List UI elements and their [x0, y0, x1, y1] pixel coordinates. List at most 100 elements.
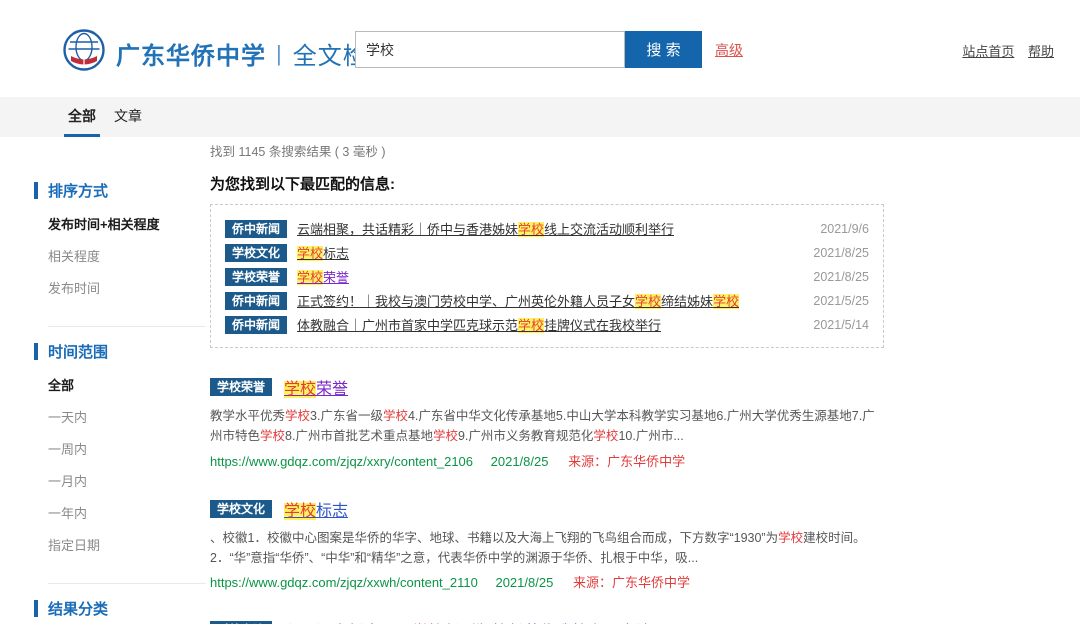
sort-item-relevance[interactable]: 相关程度	[48, 246, 206, 265]
timerange-item-day[interactable]: 一天内	[48, 407, 206, 426]
best-match-date: 2021/8/25	[801, 246, 869, 260]
sidebar: 排序方式 发布时间+相关程度 相关程度 发布时间 时间范围 全部 一天内 一周内…	[48, 180, 206, 624]
timerange-item-week[interactable]: 一周内	[48, 439, 206, 458]
main-content: 找到 1145 条搜索结果 ( 3 毫秒 ) 为您找到以下最匹配的信息: 侨中新…	[210, 141, 884, 624]
result-url[interactable]: https://www.gdqz.com/zjqz/xxwh/content_2…	[210, 575, 478, 590]
highlighted-keyword: 学校	[713, 294, 739, 309]
best-match-date: 2021/5/25	[801, 294, 869, 308]
category-badge: 学校文化	[225, 244, 287, 262]
result-source: 来源：广东华侨中学	[568, 454, 685, 469]
page: 广东华侨中学 | 全文检索 搜 索 高级 站点首页 帮助 全部 文章 排序方式 …	[0, 0, 1080, 624]
best-match-row: 侨中新闻 正式签约！｜我校与澳门劳校中学、广州英伦外籍人员子女学校缔结姊妹学校 …	[225, 290, 869, 311]
category-badge: 侨中新闻	[225, 316, 287, 334]
category-badge: 学校荣誉	[225, 268, 287, 286]
highlighted-keyword: 学校	[635, 294, 661, 309]
result-url-line: https://www.gdqz.com/zjqz/xxwh/content_2…	[210, 572, 884, 591]
highlighted-keyword: 学校	[284, 503, 316, 520]
tab-article[interactable]: 文章	[110, 97, 146, 137]
text-segment: 9.广州市义务教育规范化	[458, 429, 593, 443]
title-divider: |	[276, 41, 283, 67]
header: 广东华侨中学 | 全文检索 搜 索 高级 站点首页 帮助	[0, 0, 1080, 97]
text-segment: 8.广州市首批艺术重点基地	[285, 429, 433, 443]
best-match-link[interactable]: 体教融合｜广州市首家中学匹克球示范学校挂牌仪式在我校举行	[297, 315, 661, 334]
highlighted-keyword: 学校	[284, 381, 316, 398]
text-segment: 荣誉	[316, 381, 348, 398]
best-match-link[interactable]: 学校标志	[297, 243, 349, 262]
site-name: 广东华侨中学	[116, 36, 266, 71]
highlighted-keyword: 学校	[297, 246, 323, 261]
highlighted-keyword: 学校	[518, 318, 544, 333]
text-segment: 正式签约！｜我校与澳门劳校中学、广州英伦外籍人员子女	[297, 294, 635, 309]
text-segment: 缔结姊妹	[661, 294, 713, 309]
best-match-date: 2021/8/25	[801, 270, 869, 284]
highlighted-keyword: 学校	[297, 270, 323, 285]
result-source: 来源：广东华侨中学	[573, 575, 690, 590]
keyword-red: 学校	[383, 409, 408, 423]
result-date: 2021/8/25	[495, 575, 553, 590]
result-title-link[interactable]: 学校荣誉	[284, 375, 348, 399]
keyword-red: 学校	[433, 429, 458, 443]
text-segment: 标志	[316, 503, 348, 520]
tabbar: 全部 文章	[0, 97, 1080, 137]
result-url[interactable]: https://www.gdqz.com/zjqz/xxry/content_2…	[210, 454, 473, 469]
best-match-link[interactable]: 正式签约！｜我校与澳门劳校中学、广州英伦外籍人员子女学校缔结姊妹学校	[297, 291, 739, 310]
text-segment: 教学水平优秀	[210, 409, 285, 423]
keyword-red: 学校	[260, 429, 285, 443]
timerange-item-custom[interactable]: 指定日期	[48, 535, 206, 554]
best-match-date: 2021/5/14	[801, 318, 869, 332]
help-link[interactable]: 帮助	[1028, 44, 1054, 59]
sidebar-heading-sort: 排序方式	[48, 180, 206, 201]
keyword-red: 学校	[593, 429, 618, 443]
timerange-item-year[interactable]: 一年内	[48, 503, 206, 522]
keyword-red: 学校	[778, 531, 803, 545]
category-badge: 学校荣誉	[210, 378, 272, 396]
sidebar-section-sort: 排序方式 发布时间+相关程度 相关程度 发布时间	[48, 180, 206, 322]
text-segment: 、校徽1．校徽中心图案是华侨的华字、地球、书籍以及大海上飞翔的飞鸟组合而成，下方…	[210, 531, 778, 545]
text-segment: 线上交流活动顺利举行	[544, 222, 674, 237]
sidebar-heading-category: 结果分类	[48, 598, 206, 619]
result-title-link[interactable]: 印尼泗水新中三语学校彭则翔校长莅临我校参观交流	[284, 618, 652, 624]
sort-item-time-relevance[interactable]: 发布时间+相关程度	[48, 214, 206, 233]
text-segment: 10.广州市...	[618, 429, 683, 443]
site-title: 广东华侨中学 | 全文检索	[116, 36, 393, 71]
text-segment: 体教融合｜广州市首家中学匹克球示范	[297, 318, 518, 333]
best-match-row: 学校文化 学校标志 2021/8/25	[225, 242, 869, 263]
search-button[interactable]: 搜 索	[625, 31, 702, 68]
best-match-link[interactable]: 云端相聚，共话精彩｜侨中与香港姊妹学校线上交流活动顺利举行	[297, 219, 674, 238]
highlighted-keyword: 学校	[518, 222, 544, 237]
top-nav: 站点首页 帮助	[952, 41, 1054, 60]
result-url-line: https://www.gdqz.com/zjqz/xxry/content_2…	[210, 451, 884, 470]
result-snippet: 、校徽1．校徽中心图案是华侨的华字、地球、书籍以及大海上飞翔的飞鸟组合而成，下方…	[210, 528, 882, 569]
school-logo-icon	[63, 29, 105, 71]
search-input[interactable]	[355, 31, 625, 68]
keyword-red: 学校	[285, 409, 310, 423]
sort-item-time[interactable]: 发布时间	[48, 278, 206, 297]
text-segment: 云端相聚，共话精彩｜侨中与香港姊妹	[297, 222, 518, 237]
best-match-link[interactable]: 学校荣誉	[297, 267, 349, 286]
results-meta: 找到 1145 条搜索结果 ( 3 毫秒 )	[210, 141, 884, 160]
sidebar-heading-timerange: 时间范围	[48, 341, 206, 362]
timerange-item-all[interactable]: 全部	[48, 375, 206, 394]
text-segment: 荣誉	[323, 270, 349, 285]
best-match-row: 学校荣誉 学校荣誉 2021/8/25	[225, 266, 869, 287]
advanced-search-link[interactable]: 高级	[715, 40, 743, 60]
category-badge: 侨中新闻	[225, 220, 287, 238]
text-segment: 3.广东省一级	[310, 409, 383, 423]
site-home-link[interactable]: 站点首页	[962, 44, 1014, 59]
best-match-date: 2021/9/6	[808, 222, 869, 236]
sidebar-section-category: 结果分类 全部 (1145) 文章 (1145)	[48, 583, 206, 624]
best-match-row: 侨中新闻 体教融合｜广州市首家中学匹克球示范学校挂牌仪式在我校举行 2021/5…	[225, 314, 869, 335]
tab-all[interactable]: 全部	[64, 97, 100, 137]
best-match-row: 侨中新闻 云端相聚，共话精彩｜侨中与香港姊妹学校线上交流活动顺利举行 2021/…	[225, 218, 869, 239]
search-result: 对外交流 印尼泗水新中三语学校彭则翔校长莅临我校参观交流 外姊妹学校印尼泗水新中…	[210, 618, 884, 624]
result-title-link[interactable]: 学校标志	[284, 497, 348, 521]
category-badge: 学校文化	[210, 500, 272, 518]
heading-accent-bar	[34, 182, 38, 199]
result-snippet: 教学水平优秀学校3.广东省一级学校4.广东省中华文化传承基地5.中山大学本科教学…	[210, 406, 882, 447]
result-date: 2021/8/25	[491, 454, 549, 469]
heading-accent-bar	[34, 600, 38, 617]
best-match-heading: 为您找到以下最匹配的信息:	[210, 173, 884, 194]
best-match-box: 侨中新闻 云端相聚，共话精彩｜侨中与香港姊妹学校线上交流活动顺利举行 2021/…	[210, 204, 884, 348]
timerange-item-month[interactable]: 一月内	[48, 471, 206, 490]
sidebar-section-timerange: 时间范围 全部 一天内 一周内 一月内 一年内 指定日期	[48, 326, 206, 579]
